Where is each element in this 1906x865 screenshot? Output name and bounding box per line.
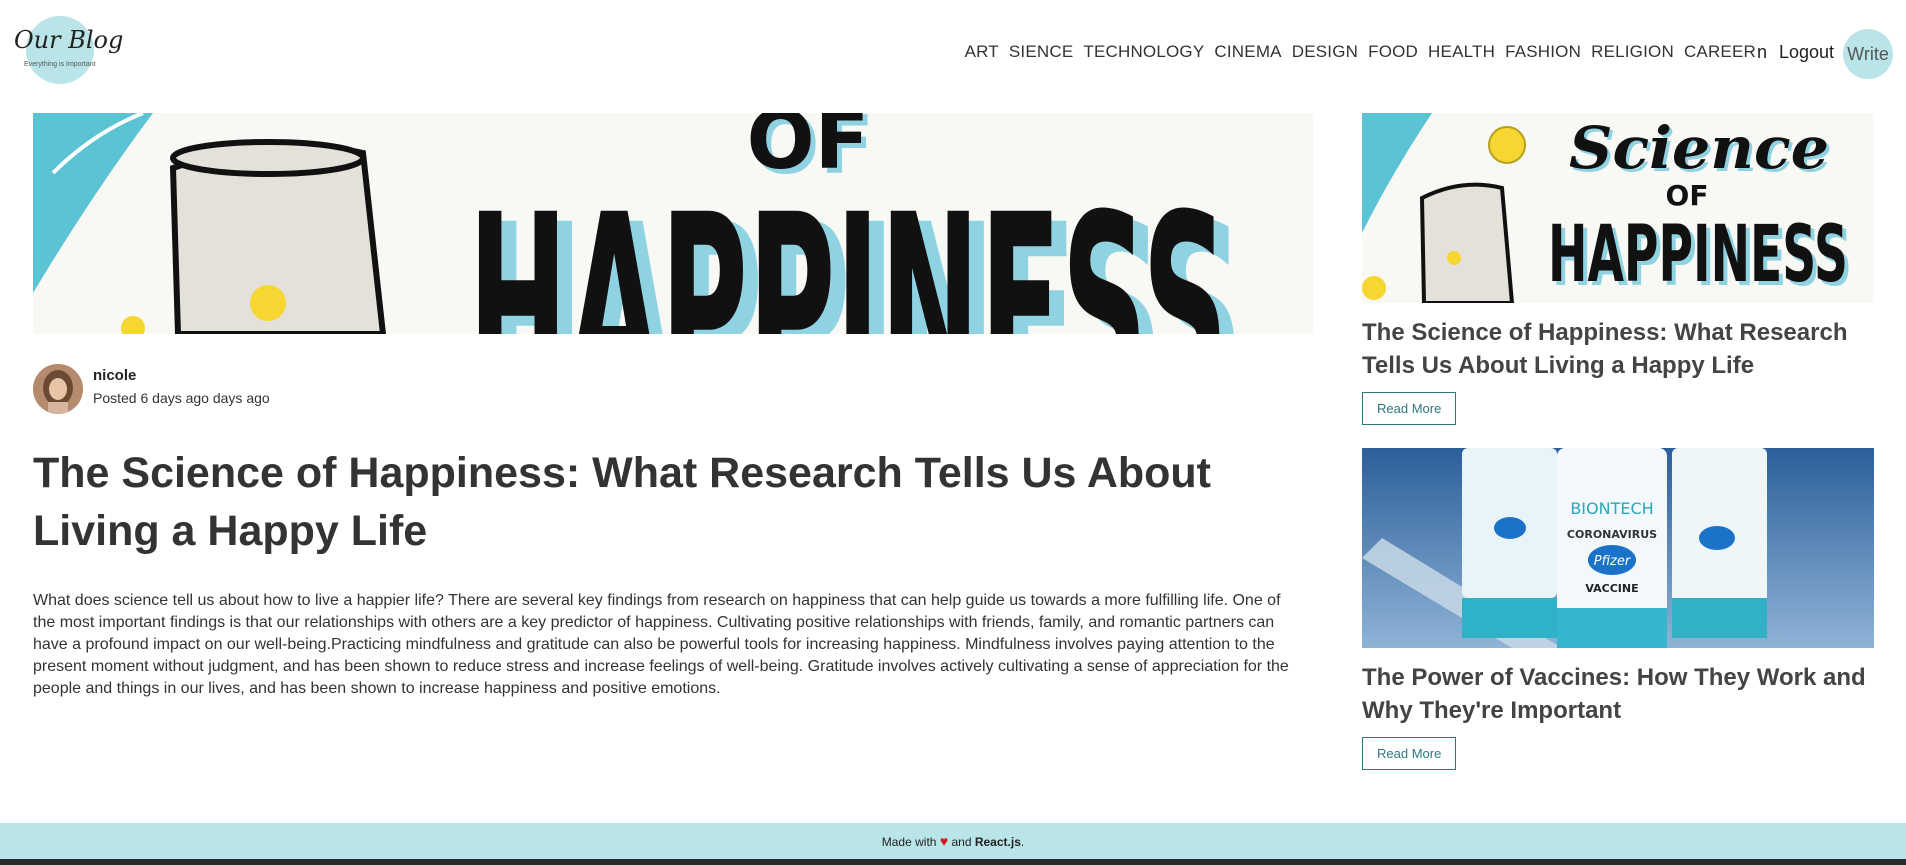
category-nav: ART SIENCE TECHNOLOGY CINEMA DESIGN FOOD… [965,42,1756,62]
vaccine-thumbnail: BIONTECH CORONAVIRUS Pfizer VACCINE [1362,448,1874,648]
nav-item-cinema[interactable]: CINEMA [1214,42,1281,62]
navbar: Our Blog Everything is Important ART SIE… [0,0,1906,108]
heart-icon: ♥ [939,833,949,849]
footer-tech: React.js [974,835,1021,849]
happiness-thumbnail: Science Science OF HAPPINESS HAPPINESS [1362,113,1874,303]
author-avatar[interactable] [33,364,83,414]
nav-item-art[interactable]: ART [965,42,999,62]
write-button[interactable]: Write [1843,29,1893,79]
user-initial[interactable]: n [1757,42,1767,63]
nav-item-career[interactable]: CAREER [1684,42,1756,62]
bottom-bar [0,859,1906,865]
nav-item-food[interactable]: FOOD [1368,42,1418,62]
nav-item-science[interactable]: SIENCE [1009,42,1074,62]
svg-text:BIONTECH: BIONTECH [1570,499,1653,518]
author-name[interactable]: nicole [93,367,136,384]
read-more-button[interactable]: Read More [1362,737,1457,770]
svg-text:CORONAVIRUS: CORONAVIRUS [1567,528,1657,541]
svg-text:HAPPINESS: HAPPINESS [1548,210,1848,300]
footer-period: . [1020,835,1025,849]
footer-made-with: Made with [881,835,937,849]
card-title[interactable]: The Power of Vaccines: How They Work and… [1362,661,1874,727]
sidebar-card: BIONTECH CORONAVIRUS Pfizer VACCINE The … [1362,448,1874,770]
avatar-image [33,364,83,414]
sidebar-card: Science Science OF HAPPINESS HAPPINESS T… [1362,113,1874,425]
nav-item-technology[interactable]: TECHNOLOGY [1083,42,1204,62]
read-more-button[interactable]: Read More [1362,392,1457,425]
logo-tagline: Everything is Important [24,61,96,68]
svg-text:VACCINE: VACCINE [1585,582,1638,595]
post-timestamp: Posted 6 days ago days ago [93,390,270,406]
svg-text:Science: Science [1569,114,1829,182]
svg-text:HAPPINESS: HAPPINESS [468,161,1228,334]
post-title: The Science of Happiness: What Research … [33,449,1211,555]
post-hero-image: OF OF HAPPINESS HAPPINESS [33,113,1313,334]
nav-item-health[interactable]: HEALTH [1428,42,1495,62]
svg-text:Pfizer: Pfizer [1594,554,1632,569]
logout-link[interactable]: Logout [1779,42,1834,63]
svg-text:OF: OF [1666,179,1709,212]
post-body: What does science tell us about how to l… [33,592,1289,697]
happiness-illustration: OF OF HAPPINESS HAPPINESS [33,113,1313,334]
logo[interactable]: Our Blog Everything is Important [14,16,123,84]
nav-item-fashion[interactable]: FASHION [1505,42,1581,62]
nav-item-design[interactable]: DESIGN [1292,42,1358,62]
card-image-happiness[interactable]: Science Science OF HAPPINESS HAPPINESS [1362,113,1874,303]
card-title[interactable]: The Science of Happiness: What Research … [1362,316,1874,382]
logo-title: Our Blog [14,26,124,54]
card-image-vaccines[interactable]: BIONTECH CORONAVIRUS Pfizer VACCINE [1362,448,1874,648]
footer: Made with ♥ and React.js. [0,823,1906,859]
nav-item-religion[interactable]: RELIGION [1591,42,1674,62]
footer-and: and [951,835,972,849]
